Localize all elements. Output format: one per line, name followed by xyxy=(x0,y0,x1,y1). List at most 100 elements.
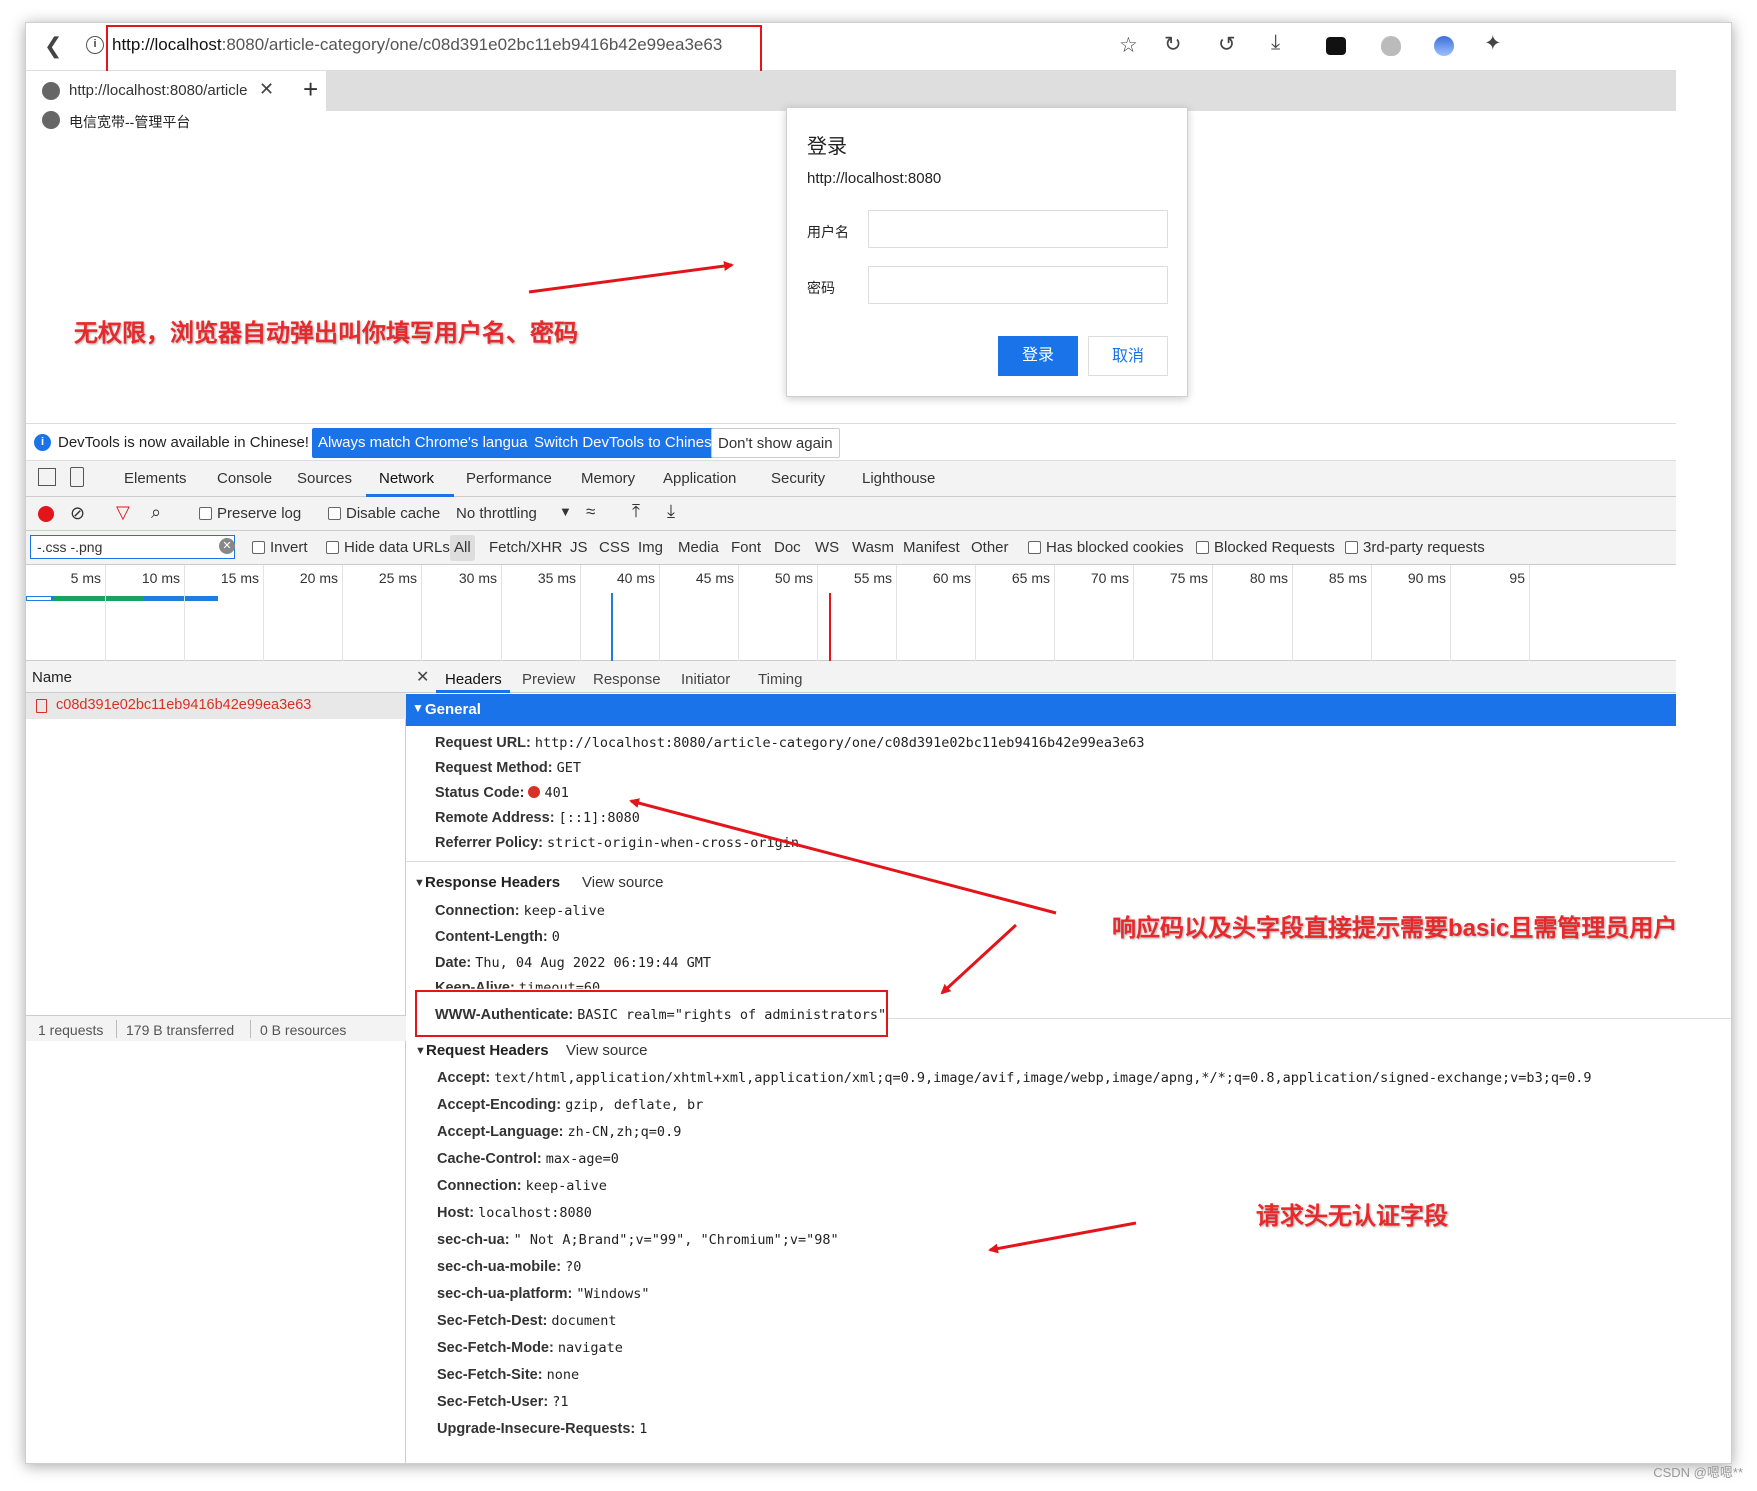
chevron-down-icon[interactable]: ▼ xyxy=(559,504,572,519)
back-arrow-icon[interactable]: ❮ xyxy=(44,33,62,59)
close-tab-icon[interactable]: ✕ xyxy=(259,79,274,100)
new-tab-icon[interactable]: + xyxy=(303,74,318,105)
tab-elements[interactable]: Elements xyxy=(124,470,187,487)
request-headers-title[interactable]: Request Headers xyxy=(426,1042,549,1059)
timeline-tick-label: 75 ms xyxy=(1169,570,1208,586)
clear-filter-icon[interactable]: ✕ xyxy=(219,538,235,554)
tab-headers[interactable]: Headers xyxy=(445,671,502,688)
header-key: Status Code: xyxy=(435,785,525,801)
tab-bar: http://localhost:8080/article ✕ + xyxy=(26,71,1676,111)
header-value: 401 xyxy=(544,785,569,801)
star-icon[interactable]: ☆ xyxy=(1119,33,1138,58)
preserve-log-checkbox[interactable]: Preserve log xyxy=(199,505,301,522)
invert-checkbox[interactable]: Invert xyxy=(252,539,308,556)
timeline-tick-label: 65 ms xyxy=(1011,570,1050,586)
filter-input[interactable]: -.css -.png xyxy=(30,535,235,559)
response-view-source[interactable]: View source xyxy=(582,874,663,891)
banner-message: DevTools is now available in Chinese! xyxy=(58,434,309,451)
request-row[interactable]: c08d391e02bc11eb9416b42e99ea3e63 xyxy=(26,693,406,719)
disable-cache-checkbox[interactable]: Disable cache xyxy=(328,505,440,522)
search-icon[interactable]: ⌕ xyxy=(151,502,161,523)
username-input[interactable] xyxy=(868,210,1168,248)
cancel-button[interactable]: 取消 xyxy=(1088,336,1168,376)
upload-icon[interactable]: ⤒ xyxy=(632,501,640,522)
general-section-header[interactable]: ▼ General xyxy=(406,694,1676,726)
page-title[interactable]: 电信宽带--管理平台 xyxy=(69,112,190,132)
has-blocked-cookies-checkbox[interactable]: Has blocked cookies xyxy=(1028,539,1184,556)
request-detail-pane: ✕ Headers Preview Response Initiator Tim… xyxy=(406,661,1731,1463)
network-timeline[interactable]: 5 ms 10 ms 15 ms 20 ms 25 ms 30 ms 35 ms 40 ms 4… xyxy=(26,565,1676,661)
tab-console[interactable]: Console xyxy=(217,470,272,487)
filter-type-wasm[interactable]: Wasm xyxy=(852,539,894,556)
dom-content-loaded-marker xyxy=(611,593,613,661)
tab-response[interactable]: Response xyxy=(593,671,661,688)
tab-network[interactable]: Network xyxy=(379,470,434,487)
header-key: Sec-Fetch-User: xyxy=(437,1394,549,1410)
filter-type-js[interactable]: JS xyxy=(570,539,588,556)
response-headers-title[interactable]: Response Headers xyxy=(425,874,560,891)
blocked-requests-checkbox[interactable]: Blocked Requests xyxy=(1196,539,1335,556)
tab-memory[interactable]: Memory xyxy=(581,470,635,487)
tab-sources[interactable]: Sources xyxy=(297,470,352,487)
filter-icon[interactable]: ▽ xyxy=(116,502,130,523)
filter-type-other[interactable]: Other xyxy=(971,539,1009,556)
globe-extension-icon[interactable] xyxy=(1434,36,1454,56)
puzzle-icon[interactable]: ✦ xyxy=(1484,31,1502,56)
header-key: sec-ch-ua-platform: xyxy=(437,1286,573,1302)
tab-preview[interactable]: Preview xyxy=(522,671,575,688)
triangle-down-icon[interactable]: ▼ xyxy=(414,877,425,889)
hide-data-urls-checkbox[interactable]: Hide data URLs xyxy=(326,539,450,556)
filter-type-font[interactable]: Font xyxy=(731,539,761,556)
tab-security[interactable]: Security xyxy=(771,470,825,487)
divider xyxy=(888,1018,1731,1019)
timeline-gridline xyxy=(580,565,581,661)
info-icon[interactable]: i xyxy=(86,36,104,54)
download-icon[interactable]: ⤓ xyxy=(1271,31,1280,55)
header-key: Upgrade-Insecure-Requests: xyxy=(437,1421,636,1437)
filter-type-ws[interactable]: WS xyxy=(815,539,839,556)
login-button[interactable]: 登录 xyxy=(998,336,1078,376)
tab-performance[interactable]: Performance xyxy=(466,470,552,487)
request-view-source[interactable]: View source xyxy=(566,1042,647,1059)
password-input[interactable] xyxy=(868,266,1168,304)
request-list-pane: Name c08d391e02bc11eb9416b42e99ea3e63 1 … xyxy=(26,661,406,1463)
download-icon[interactable]: ⤓ xyxy=(667,501,675,522)
filter-type-manifest[interactable]: Manifest xyxy=(903,539,960,556)
triangle-down-icon[interactable]: ▼ xyxy=(415,1045,426,1057)
close-icon[interactable]: ✕ xyxy=(416,667,429,687)
header-value: none xyxy=(546,1367,580,1383)
request-header-row: Sec-Fetch-User: ?1 xyxy=(437,1394,569,1410)
filter-type-img[interactable]: Img xyxy=(638,539,663,556)
timeline-gridline xyxy=(1529,565,1530,661)
filter-type-all[interactable]: All xyxy=(450,535,475,561)
always-match-language-button[interactable]: Always match Chrome's language xyxy=(312,428,551,458)
shield-icon[interactable] xyxy=(1381,36,1401,56)
filter-type-doc[interactable]: Doc xyxy=(774,539,801,556)
tab-title[interactable]: http://localhost:8080/article xyxy=(69,82,247,99)
tab-initiator[interactable]: Initiator xyxy=(681,671,730,688)
throttling-select[interactable]: No throttling xyxy=(456,505,537,522)
header-key: Host: xyxy=(437,1205,475,1221)
third-party-checkbox[interactable]: 3rd-party requests xyxy=(1345,539,1485,556)
tab-lighthouse[interactable]: Lighthouse xyxy=(862,470,935,487)
extension-icon[interactable] xyxy=(1326,37,1346,55)
filter-type-css[interactable]: CSS xyxy=(599,539,630,556)
device-toggle-icon[interactable] xyxy=(70,467,84,487)
column-name[interactable]: Name xyxy=(32,669,72,686)
timeline-tick-label: 55 ms xyxy=(853,570,892,586)
clear-icon[interactable]: ⊘ xyxy=(70,503,85,524)
switch-devtools-chinese-button[interactable]: Switch DevTools to Chinese xyxy=(528,428,726,458)
filter-type-fetch-xhr[interactable]: Fetch/XHR xyxy=(489,539,562,556)
wifi-settings-icon[interactable]: ≈ xyxy=(586,502,595,522)
timeline-gridline xyxy=(342,565,343,661)
tab-timing[interactable]: Timing xyxy=(758,671,802,688)
header-value: 0 xyxy=(551,929,560,945)
header-key: Accept-Language: xyxy=(437,1124,564,1140)
inspect-icon[interactable] xyxy=(38,468,56,486)
dont-show-again-button[interactable]: Don't show again xyxy=(711,428,840,458)
sync-icon[interactable]: ↻ xyxy=(1164,32,1182,57)
record-icon[interactable] xyxy=(38,506,54,522)
filter-type-media[interactable]: Media xyxy=(678,539,719,556)
reload-icon[interactable]: ↺ xyxy=(1218,32,1236,57)
tab-application[interactable]: Application xyxy=(663,470,736,487)
